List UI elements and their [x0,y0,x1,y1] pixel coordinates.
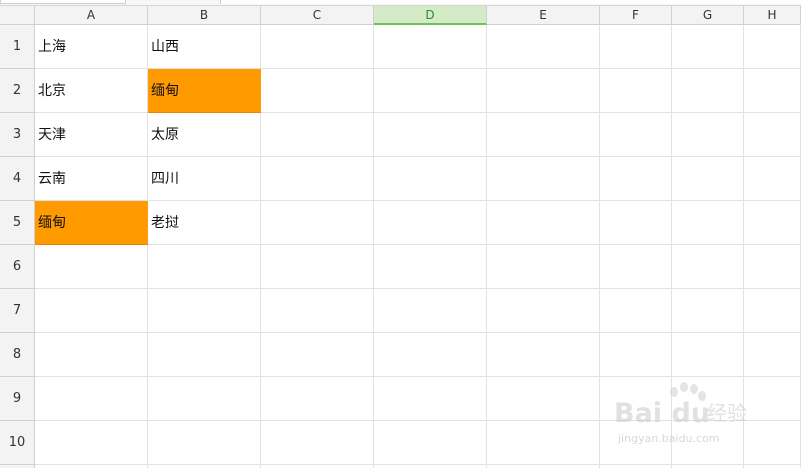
cell-d9[interactable] [374,377,487,421]
cell-e8[interactable] [487,333,600,377]
cell-e4[interactable] [487,157,600,201]
cell-b5[interactable]: 老挝 [148,201,261,245]
column-header-h[interactable]: H [744,6,801,25]
cell-e9[interactable] [487,377,600,421]
cell-a5[interactable]: 缅甸 [35,201,148,245]
watermark-cn: 经验 [707,401,747,425]
cell-h4[interactable] [744,157,801,201]
column-header-c[interactable]: C [261,6,374,25]
row-header-8[interactable]: 8 [0,333,35,377]
cell-c6[interactable] [261,245,374,289]
cell-e1[interactable] [487,25,600,69]
cell-a6[interactable] [35,245,148,289]
cell-c4[interactable] [261,157,374,201]
cell-b10[interactable] [148,421,261,465]
row-header-7[interactable]: 7 [0,289,35,333]
cell-g5[interactable] [672,201,744,245]
cell-e7[interactable] [487,289,600,333]
cell-b6[interactable] [148,245,261,289]
cell-f1[interactable] [600,25,672,69]
cell-b7[interactable] [148,289,261,333]
cell-d8[interactable] [374,333,487,377]
cell-c3[interactable] [261,113,374,157]
cell-a4[interactable]: 云南 [35,157,148,201]
cell-g7[interactable] [672,289,744,333]
cell-a3[interactable]: 天津 [35,113,148,157]
cell-c10[interactable] [261,421,374,465]
cell-a7[interactable] [35,289,148,333]
row-header-2[interactable]: 2 [0,69,35,113]
column-header-g[interactable]: G [672,6,744,25]
cell-c7[interactable] [261,289,374,333]
row-header-6[interactable]: 6 [0,245,35,289]
row-header-4[interactable]: 4 [0,157,35,201]
cell-f2[interactable] [600,69,672,113]
cell-d1[interactable] [374,25,487,69]
cell-b9[interactable] [148,377,261,421]
row-header-9[interactable]: 9 [0,377,35,421]
cell-a10[interactable] [35,421,148,465]
watermark-url: jingyan.baidu.com [617,432,720,445]
cell-f8[interactable] [600,333,672,377]
cell-f5[interactable] [600,201,672,245]
cell-d5[interactable] [374,201,487,245]
cell-b1[interactable]: 山西 [148,25,261,69]
cell-d2[interactable] [374,69,487,113]
cell-c1[interactable] [261,25,374,69]
cell-g8[interactable] [672,333,744,377]
column-header-e[interactable]: E [487,6,600,25]
cell-e6[interactable] [487,245,600,289]
cell-b8[interactable] [148,333,261,377]
cell-f4[interactable] [600,157,672,201]
cell-d4[interactable] [374,157,487,201]
cell-d10[interactable] [374,421,487,465]
row-header-1[interactable]: 1 [0,25,35,69]
cell-a9[interactable] [35,377,148,421]
cell-h5[interactable] [744,201,801,245]
cell-b3[interactable]: 太原 [148,113,261,157]
cell-e5[interactable] [487,201,600,245]
cell-a1[interactable]: 上海 [35,25,148,69]
cell-f6[interactable] [600,245,672,289]
cell-e2[interactable] [487,69,600,113]
formula-bar-fragment [220,0,801,4]
cell-c5[interactable] [261,201,374,245]
cell-e3[interactable] [487,113,600,157]
cell-d6[interactable] [374,245,487,289]
cell-f3[interactable] [600,113,672,157]
column-header-a[interactable]: A [35,6,148,25]
row-header-5[interactable]: 5 [0,201,35,245]
cell-h1[interactable] [744,25,801,69]
cell-g2[interactable] [672,69,744,113]
cell-g1[interactable] [672,25,744,69]
cell-b2[interactable]: 缅甸 [148,69,261,113]
cell-h3[interactable] [744,113,801,157]
cell-c2[interactable] [261,69,374,113]
cell-h8[interactable] [744,333,801,377]
cell-g4[interactable] [672,157,744,201]
cell-d3[interactable] [374,113,487,157]
row-header-3[interactable]: 3 [0,113,35,157]
toolbar-fragment [0,0,126,4]
column-header-b[interactable]: B [148,6,261,25]
cell-e10[interactable] [487,421,600,465]
cell-f7[interactable] [600,289,672,333]
watermark-logo: Bai du [614,398,710,429]
cell-c8[interactable] [261,333,374,377]
cell-g6[interactable] [672,245,744,289]
cell-b4[interactable]: 四川 [148,157,261,201]
column-header-f[interactable]: F [600,6,672,25]
cell-d7[interactable] [374,289,487,333]
baidu-jingyan-watermark: Bai du 经验 jingyan.baidu.com [614,382,747,445]
cell-g3[interactable] [672,113,744,157]
column-header-d[interactable]: D [374,6,487,25]
cell-a8[interactable] [35,333,148,377]
cell-h7[interactable] [744,289,801,333]
cell-h2[interactable] [744,69,801,113]
row-header-10[interactable]: 10 [0,421,35,465]
select-all-corner[interactable] [0,6,35,25]
cell-h6[interactable] [744,245,801,289]
cell-c9[interactable] [261,377,374,421]
cell-a2[interactable]: 北京 [35,69,148,113]
